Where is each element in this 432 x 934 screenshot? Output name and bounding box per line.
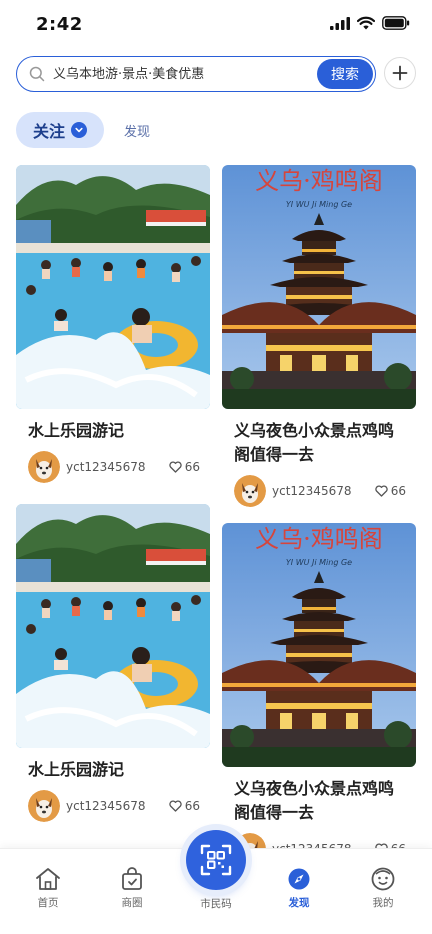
- search-icon: [29, 66, 45, 82]
- like-button[interactable]: 66: [169, 460, 200, 474]
- nav-discover-label: 发现: [288, 897, 310, 909]
- image-subtitle: YI WU Ji Ming Ge: [286, 558, 352, 567]
- signal-icon: [330, 16, 350, 30]
- jimingge-pagoda-photo: 义乌·鸡鸣阁 YI WU Ji Ming Ge: [222, 165, 416, 409]
- status-bar: 2:42: [0, 0, 432, 50]
- status-icons: [330, 16, 410, 30]
- post-feed: 水上乐园游记 yct12345678 66 义乌·鸡鸣阁 YI WU Ji Mi…: [0, 165, 432, 855]
- post-title: 水上乐园游记: [28, 760, 125, 779]
- citizen-code-button[interactable]: [186, 830, 246, 890]
- post-title: 水上乐园游记: [28, 421, 125, 440]
- post-meta: yct12345678 66: [16, 451, 210, 483]
- chevron-down-icon[interactable]: [71, 122, 87, 138]
- feed-tabs: 关注 发现: [16, 112, 150, 148]
- search-box: 搜索: [16, 56, 376, 92]
- like-count: 66: [184, 799, 200, 813]
- heart-icon: [375, 485, 388, 497]
- tab-follow-label: 关注: [32, 122, 65, 141]
- post-author: yct12345678: [66, 460, 146, 474]
- image-subtitle: YI WU Ji Ming Ge: [286, 200, 352, 209]
- heart-icon: [169, 800, 182, 812]
- post-card[interactable]: 水上乐园游记 yct12345678 66: [16, 165, 210, 483]
- search-button[interactable]: 搜索: [317, 59, 373, 89]
- tab-discover[interactable]: 发现: [124, 121, 150, 140]
- nav-shopping[interactable]: 商圈: [102, 867, 162, 910]
- nav-profile[interactable]: 我的: [353, 867, 413, 910]
- post-meta: yct12345678 66: [16, 790, 210, 822]
- post-card[interactable]: 义乌·鸡鸣阁 YI WU Ji Ming Ge 义乌夜色小众: [222, 165, 416, 507]
- plus-icon: [392, 65, 408, 81]
- like-button[interactable]: 66: [375, 484, 406, 498]
- post-author: yct12345678: [272, 484, 352, 498]
- search-row: 搜索: [16, 56, 416, 92]
- nav-shopping-label: 商圈: [121, 897, 143, 909]
- post-card[interactable]: 义乌·鸡鸣阁 YI WU Ji Ming Ge 义乌夜色小众: [222, 523, 416, 855]
- post-title: 义乌夜色小众景点鸡鸣阁值得一去: [234, 779, 395, 822]
- wifi-icon: [357, 16, 375, 30]
- like-count: 66: [390, 484, 406, 498]
- compass-icon: [288, 868, 310, 890]
- nav-home[interactable]: 首页: [18, 867, 78, 910]
- avatar: [28, 790, 60, 822]
- nav-home-label: 首页: [37, 897, 59, 909]
- nav-profile-label: 我的: [372, 897, 394, 909]
- like-button[interactable]: 66: [169, 799, 200, 813]
- status-time: 2:42: [36, 14, 83, 35]
- home-icon: [36, 868, 60, 890]
- heart-icon: [169, 461, 182, 473]
- battery-icon: [382, 16, 410, 30]
- add-button[interactable]: [384, 57, 416, 89]
- post-card[interactable]: 水上乐园游记 yct12345678 66: [16, 504, 210, 822]
- citizen-code-label: 市民码: [200, 898, 232, 910]
- avatar: [28, 451, 60, 483]
- post-author: yct12345678: [66, 799, 146, 813]
- like-count: 66: [184, 460, 200, 474]
- post-meta: yct12345678 66: [222, 475, 416, 507]
- profile-face-icon: [371, 867, 395, 891]
- post-title: 义乌夜色小众景点鸡鸣阁值得一去: [234, 421, 395, 464]
- tab-follow[interactable]: 关注: [16, 112, 104, 148]
- water-park-photo: [16, 165, 210, 409]
- nav-discover[interactable]: 发现: [269, 867, 329, 910]
- qr-scan-icon: [200, 844, 232, 876]
- water-park-photo: [16, 504, 210, 748]
- jimingge-pagoda-photo: 义乌·鸡鸣阁 YI WU Ji Ming Ge: [222, 523, 416, 767]
- search-input[interactable]: [53, 63, 303, 85]
- image-title: 义乌·鸡鸣阁: [255, 525, 383, 553]
- image-title: 义乌·鸡鸣阁: [255, 167, 383, 195]
- shopping-bag-icon: [122, 867, 142, 890]
- avatar: [234, 475, 266, 507]
